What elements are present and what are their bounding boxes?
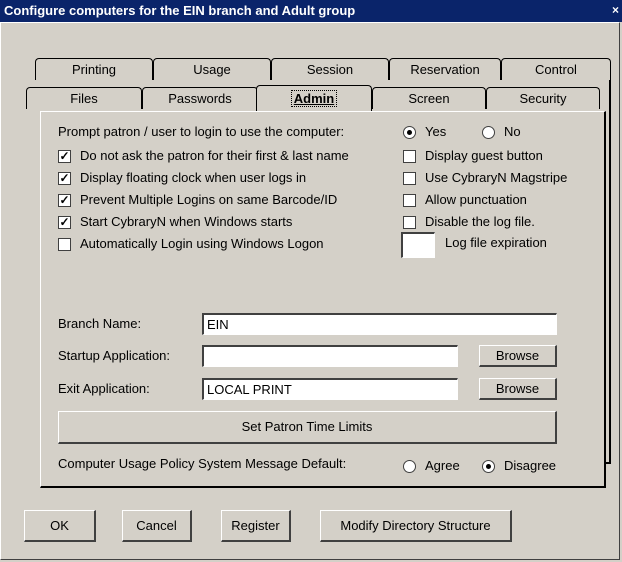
startup-browse-button[interactable]: Browse bbox=[479, 345, 557, 367]
tab-admin[interactable]: Admin bbox=[256, 85, 372, 111]
branch-name-label: Branch Name: bbox=[58, 316, 142, 331]
tab-label: Passwords bbox=[168, 91, 232, 106]
close-icon[interactable]: × bbox=[612, 3, 619, 17]
register-button[interactable]: Register bbox=[221, 510, 291, 542]
disable-log-label: Disable the log file. bbox=[425, 214, 535, 229]
prompt-no-radio[interactable] bbox=[482, 126, 495, 139]
log-expiration-field[interactable] bbox=[401, 232, 435, 258]
tab-label: Files bbox=[70, 91, 98, 106]
floating-clock-checkbox[interactable]: ✓ bbox=[58, 172, 71, 185]
branch-name-field[interactable]: EIN bbox=[202, 313, 557, 335]
window-title: Configure computers for the EIN branch a… bbox=[4, 3, 356, 18]
tab-passwords[interactable]: Passwords bbox=[142, 87, 258, 109]
tab-label: Usage bbox=[193, 62, 231, 77]
policy-disagree-label: Disagree bbox=[504, 458, 557, 473]
tab-label: Screen bbox=[408, 91, 450, 106]
tab-label: Printing bbox=[71, 62, 117, 77]
startup-app-label: Startup Application: bbox=[58, 348, 171, 363]
tab-security[interactable]: Security bbox=[486, 87, 600, 109]
tab-label: Session bbox=[306, 62, 354, 77]
guest-button-checkbox[interactable] bbox=[403, 150, 416, 163]
start-cybraryn-label: Start CybraryN when Windows starts bbox=[80, 214, 293, 229]
auto-login-checkbox[interactable] bbox=[58, 238, 71, 251]
tab-printing[interactable]: Printing bbox=[35, 58, 153, 80]
magstripe-checkbox[interactable] bbox=[403, 172, 416, 185]
start-cybraryn-checkbox[interactable]: ✓ bbox=[58, 216, 71, 229]
policy-agree-label: Agree bbox=[425, 458, 460, 473]
multiple-logins-checkbox[interactable]: ✓ bbox=[58, 194, 71, 207]
tab-label: Admin bbox=[290, 90, 338, 107]
tab-reservation[interactable]: Reservation bbox=[389, 58, 501, 80]
prompt-yes-label: Yes bbox=[425, 124, 447, 139]
tab-label: Reservation bbox=[410, 62, 480, 77]
tab-usage[interactable]: Usage bbox=[153, 58, 271, 80]
startup-app-field[interactable] bbox=[202, 345, 458, 367]
ok-button[interactable]: OK bbox=[24, 510, 96, 542]
policy-agree-radio[interactable] bbox=[403, 460, 416, 473]
log-expiration-label: Log file expiration bbox=[445, 235, 547, 250]
policy-disagree-radio[interactable] bbox=[482, 460, 495, 473]
tab-label: Control bbox=[535, 62, 577, 77]
exit-app-field[interactable]: LOCAL PRINT bbox=[202, 378, 458, 400]
modify-directory-button[interactable]: Modify Directory Structure bbox=[320, 510, 512, 542]
tab-files[interactable]: Files bbox=[26, 87, 142, 109]
auto-login-label: Automatically Login using Windows Logon bbox=[80, 236, 324, 251]
prompt-label: Prompt patron / user to login to use the… bbox=[58, 124, 345, 139]
exit-app-label: Exit Application: bbox=[58, 381, 150, 396]
prompt-no-label: No bbox=[504, 124, 521, 139]
floating-clock-label: Display floating clock when user logs in bbox=[80, 170, 307, 185]
policy-label: Computer Usage Policy System Message Def… bbox=[58, 456, 347, 471]
tab-screen[interactable]: Screen bbox=[372, 87, 486, 109]
magstripe-label: Use CybraryN Magstripe bbox=[425, 170, 568, 185]
tab-control[interactable]: Control bbox=[501, 58, 611, 80]
exit-browse-button[interactable]: Browse bbox=[479, 378, 557, 400]
ask-name-checkbox[interactable]: ✓ bbox=[58, 150, 71, 163]
ask-name-label: Do not ask the patron for their first & … bbox=[80, 148, 349, 163]
guest-button-label: Display guest button bbox=[425, 148, 543, 163]
prompt-yes-radio[interactable] bbox=[403, 126, 416, 139]
title-bar: Configure computers for the EIN branch a… bbox=[0, 0, 622, 22]
set-time-limits-button[interactable]: Set Patron Time Limits bbox=[58, 411, 557, 444]
cancel-button[interactable]: Cancel bbox=[122, 510, 192, 542]
punctuation-checkbox[interactable] bbox=[403, 194, 416, 207]
disable-log-checkbox[interactable] bbox=[403, 216, 416, 229]
multiple-logins-label: Prevent Multiple Logins on same Barcode/… bbox=[80, 192, 338, 207]
tab-session[interactable]: Session bbox=[271, 58, 389, 80]
punctuation-label: Allow punctuation bbox=[425, 192, 527, 207]
tab-label: Security bbox=[519, 91, 567, 106]
